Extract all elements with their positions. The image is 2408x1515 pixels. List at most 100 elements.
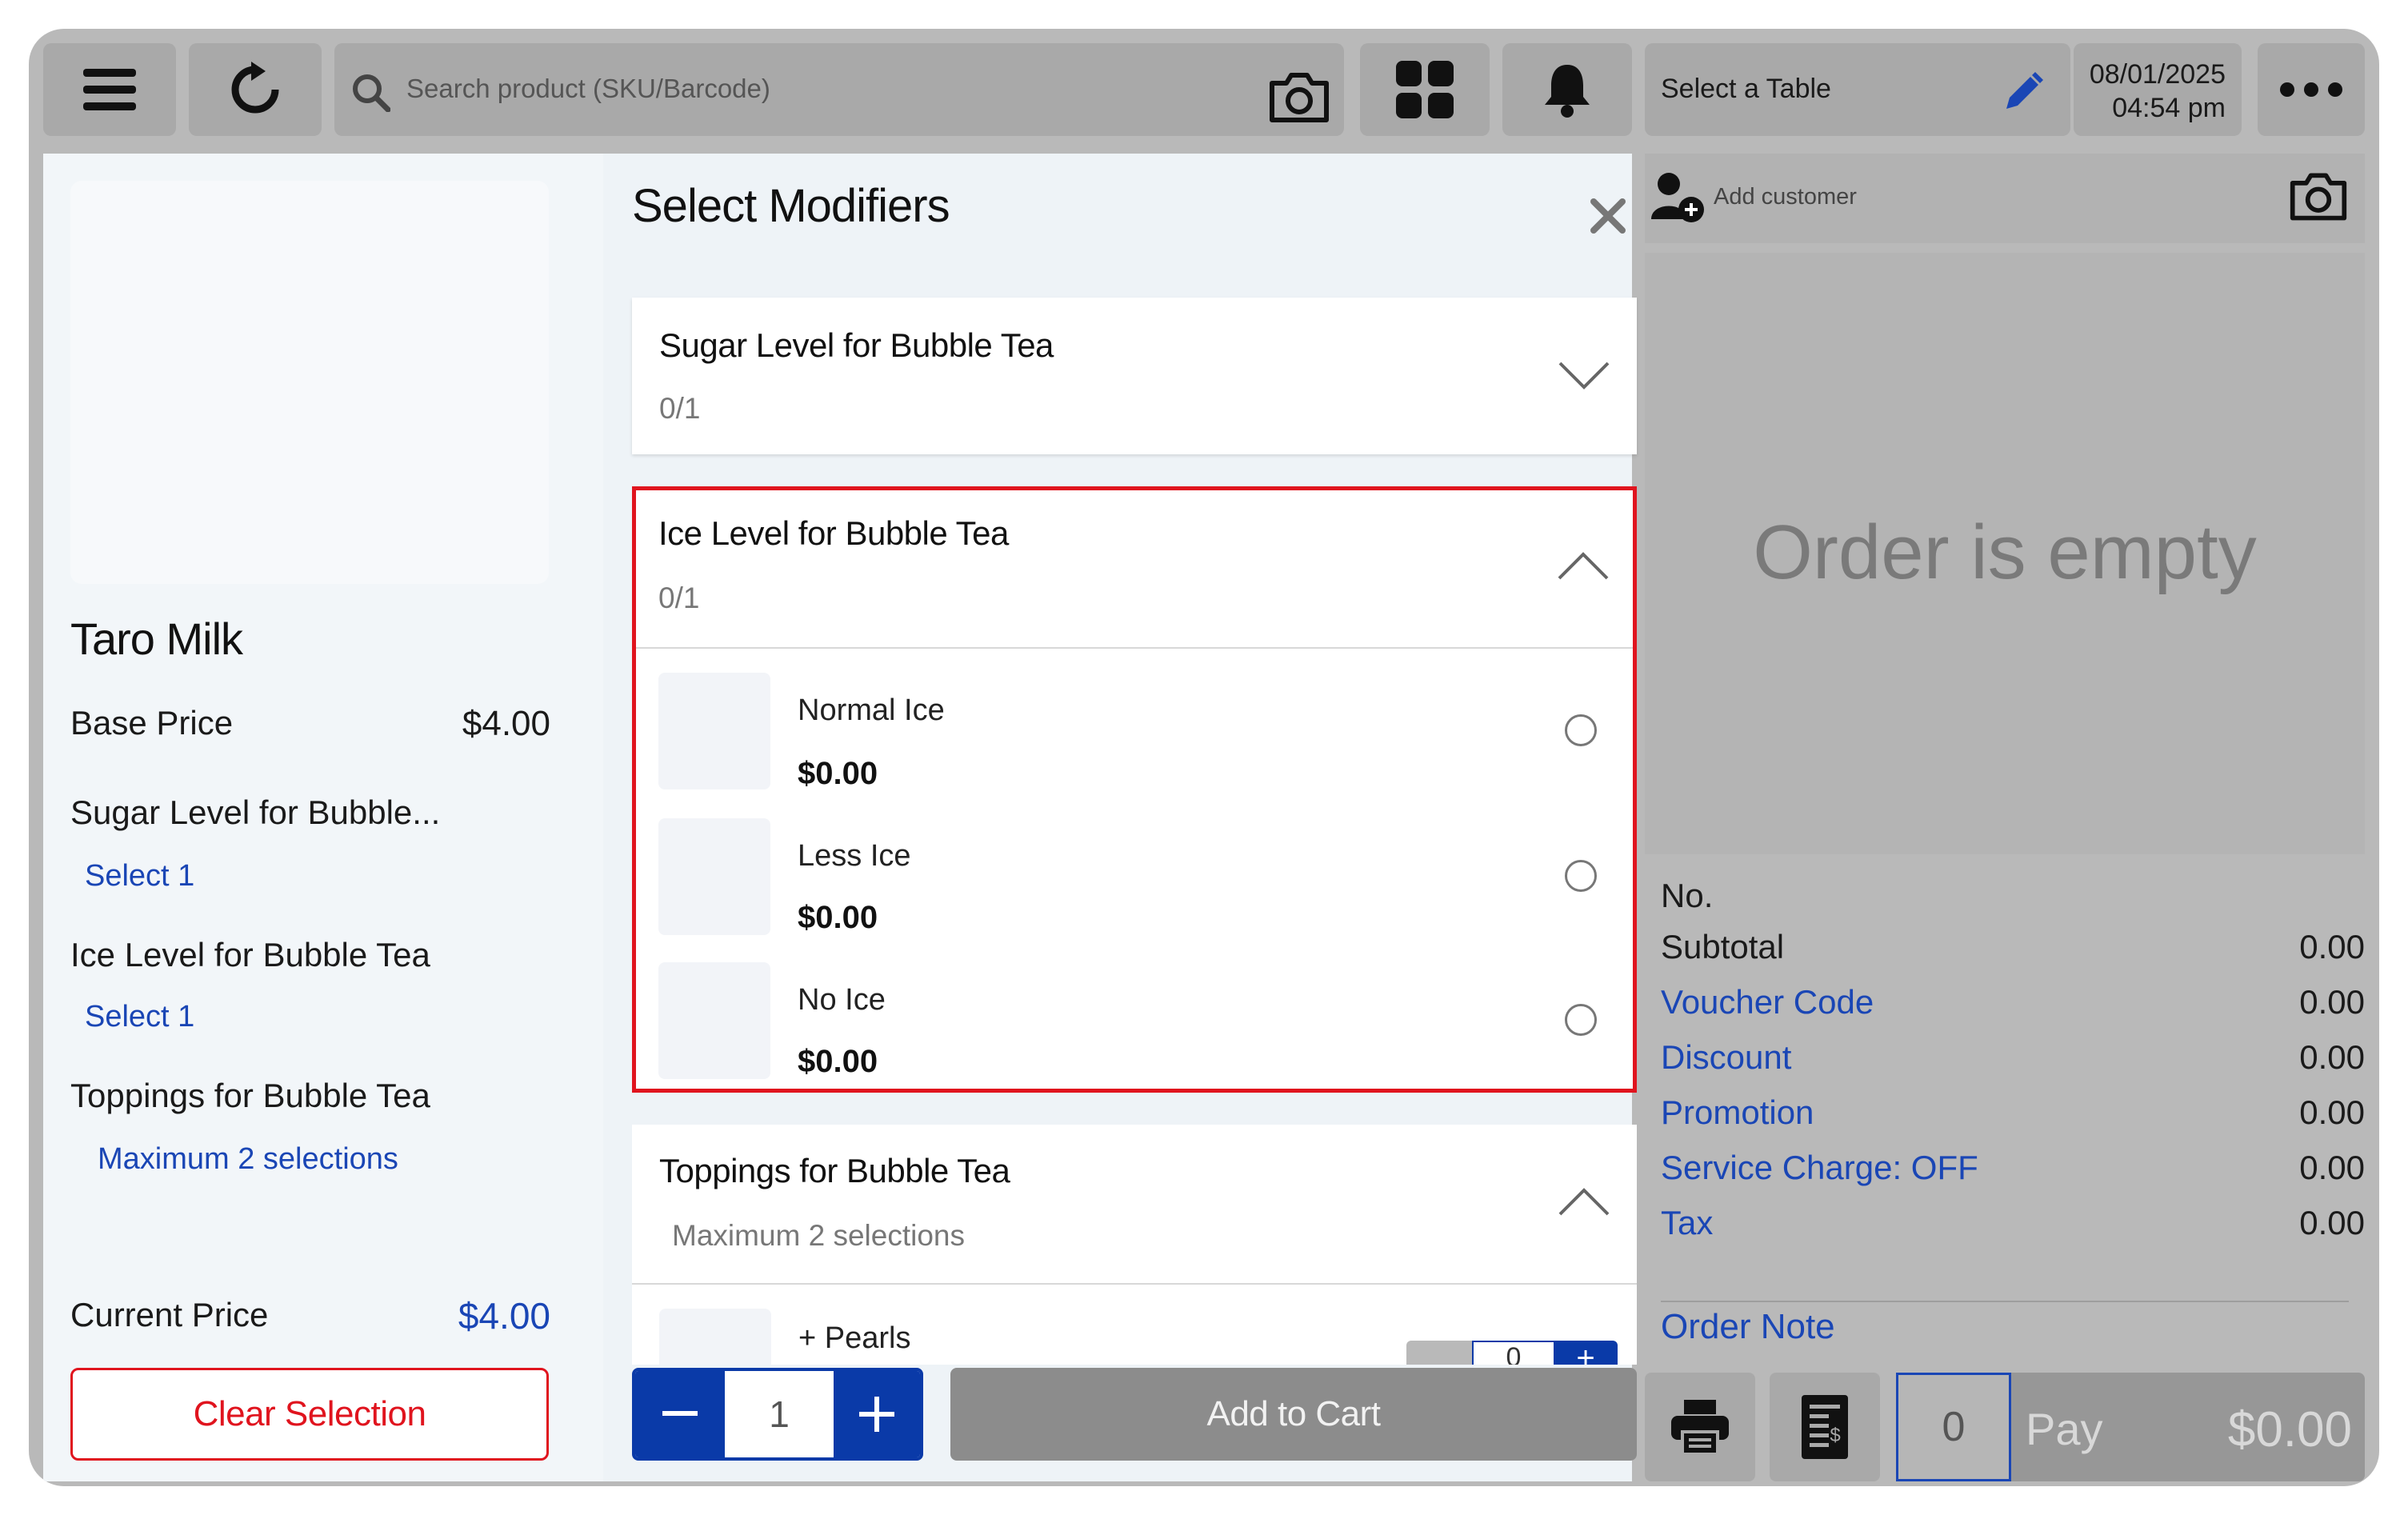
order-empty-text: Order is empty — [1753, 510, 2257, 595]
qty-stepper[interactable]: 0 + — [1406, 1341, 1618, 1365]
order-count-value: 0 — [1942, 1404, 1966, 1450]
group-count: 0/1 — [658, 582, 700, 614]
search-input[interactable]: Search product (SKU/Barcode) — [334, 43, 1344, 136]
order-summary-row[interactable]: Tax 0.00 — [1661, 1204, 2365, 1242]
order-note-link[interactable]: Order Note — [1661, 1307, 1835, 1347]
order-summary-row: Subtotal 0.00 — [1661, 928, 2365, 966]
order-panel: Add customer Order is empty $ 0 Pay $0.0… — [1645, 154, 2365, 1481]
group-title: Ice Level for Bubble Tea — [658, 514, 1009, 552]
pencil-icon[interactable] — [2000, 70, 2045, 115]
add-to-cart-button[interactable]: Add to Cart — [950, 1368, 1637, 1461]
totals-divider — [1661, 1301, 2349, 1302]
pay-amount: $0.00 — [2227, 1402, 2352, 1457]
clear-selection-button[interactable]: Clear Selection — [70, 1368, 549, 1461]
order-summary-label: Service Charge: OFF — [1661, 1149, 1978, 1186]
current-price-label: Current Price — [70, 1296, 269, 1333]
option-no-ice[interactable]: No Ice $0.00 — [636, 962, 1633, 1090]
close-icon[interactable] — [1590, 198, 1626, 234]
print-button[interactable] — [1645, 1373, 1755, 1481]
option-normal-ice[interactable]: Normal Ice $0.00 — [636, 673, 1633, 801]
summary-ice-hint[interactable]: Select 1 — [85, 1000, 194, 1034]
toppings-group-header[interactable]: Toppings for Bubble Tea Maximum 2 select… — [632, 1125, 1637, 1285]
option-name: + Pearls — [798, 1321, 911, 1355]
modifier-group-toppings: Toppings for Bubble Tea Maximum 2 select… — [632, 1125, 1637, 1365]
receipt-icon: $ — [1802, 1395, 1848, 1459]
order-no: No. — [1661, 877, 1714, 914]
receipt-button[interactable]: $ — [1770, 1373, 1880, 1481]
refresh-button[interactable] — [189, 43, 322, 136]
order-summary-row[interactable]: Voucher Code 0.00 — [1661, 983, 2365, 1021]
order-summary-value: 0.00 — [2299, 983, 2365, 1021]
option-price: $0.00 — [798, 756, 878, 791]
quantity-minus-button[interactable] — [635, 1371, 725, 1457]
grid-view-button[interactable] — [1360, 43, 1490, 136]
order-count[interactable]: 0 — [1896, 1373, 2011, 1481]
group-title: Sugar Level for Bubble Tea — [659, 326, 1054, 364]
minus-icon — [662, 1411, 698, 1416]
summary-ice-name: Ice Level for Bubble Tea — [70, 936, 430, 973]
option-radio[interactable] — [1565, 860, 1597, 892]
pay-button[interactable]: Pay $0.00 — [2011, 1373, 2365, 1481]
summary-toppings-hint[interactable]: Maximum 2 selections — [98, 1142, 398, 1177]
order-summary-value: 0.00 — [2299, 1093, 2365, 1131]
option-thumbnail — [658, 673, 770, 789]
option-thumbnail — [658, 962, 770, 1079]
order-items-area: Order is empty — [1645, 253, 2365, 854]
svg-text:$: $ — [1830, 1425, 1840, 1446]
order-summary-row[interactable]: Promotion 0.00 — [1661, 1093, 2365, 1132]
notifications-button[interactable] — [1502, 43, 1632, 136]
table-label: Select a Table — [1661, 74, 1831, 104]
order-summary-label: Subtotal — [1661, 928, 1785, 965]
option-thumbnail — [658, 818, 770, 935]
option-name: No Ice — [798, 983, 886, 1017]
option-radio[interactable] — [1565, 1004, 1597, 1036]
option-name: Less Ice — [798, 839, 911, 873]
option-thumbnail — [659, 1309, 771, 1365]
more-dots-icon — [2280, 82, 2342, 97]
toppings-clip: Toppings for Bubble Tea Maximum 2 select… — [632, 1125, 1637, 1365]
search-placeholder: Search product (SKU/Barcode) — [406, 74, 770, 103]
camera-icon[interactable] — [1267, 70, 1331, 123]
group-title: Toppings for Bubble Tea — [659, 1152, 1010, 1189]
option-name: Normal Ice — [798, 694, 945, 727]
modifier-modal: Taro Milk Base Price $4.00 Sugar Level f… — [43, 154, 1637, 1481]
order-summary-label: Promotion — [1661, 1093, 1814, 1131]
modifier-group-ice: Ice Level for Bubble Tea 0/1 Normal Ice … — [632, 486, 1637, 1093]
order-summary-label: Tax — [1661, 1204, 1714, 1241]
modal-title: Select Modifiers — [632, 180, 950, 232]
base-price-value: $4.00 — [462, 704, 550, 743]
camera-icon[interactable] — [2288, 170, 2349, 222]
modifier-group-sugar[interactable]: Sugar Level for Bubble Tea 0/1 — [632, 298, 1637, 454]
option-less-ice[interactable]: Less Ice $0.00 — [636, 818, 1633, 946]
ice-group-header[interactable]: Ice Level for Bubble Tea 0/1 — [636, 490, 1633, 649]
current-price-value: $4.00 — [458, 1295, 550, 1337]
order-summary-row[interactable]: Service Charge: OFF 0.00 — [1661, 1149, 2365, 1187]
option-pearls[interactable]: + Pearls 0 + — [632, 1309, 1637, 1365]
time-text: 04:54 pm — [2112, 93, 2226, 123]
menu-button[interactable] — [43, 43, 176, 136]
customer-bar[interactable]: Add customer — [1645, 154, 2365, 243]
stepper-value: 0 — [1472, 1341, 1555, 1365]
add-customer-icon — [1651, 173, 1704, 222]
clear-selection-label: Clear Selection — [193, 1394, 426, 1433]
order-summary-value: 0.00 — [2299, 1038, 2365, 1076]
stepper-plus[interactable]: + — [1554, 1341, 1618, 1365]
table-selector[interactable]: Select a Table — [1645, 43, 2070, 136]
quantity-plus-button[interactable] — [834, 1371, 920, 1457]
group-count: 0/1 — [659, 392, 701, 425]
stepper-minus[interactable] — [1406, 1341, 1472, 1365]
refresh-icon — [231, 62, 279, 114]
summary-sugar-hint[interactable]: Select 1 — [85, 859, 194, 893]
plus-icon — [859, 1397, 894, 1432]
more-button[interactable] — [2258, 43, 2365, 136]
order-summary-value: 0.00 — [2299, 1204, 2365, 1241]
option-radio[interactable] — [1565, 714, 1597, 746]
date-text: 08/01/2025 — [2089, 59, 2226, 90]
chevron-up-icon — [1558, 1188, 1610, 1216]
product-panel: Taro Milk Base Price $4.00 Sugar Level f… — [43, 154, 603, 1481]
option-price: $0.00 — [798, 900, 878, 935]
app-window: Search product (SKU/Barcode) Select a Ta… — [29, 29, 2379, 1486]
order-summary-row[interactable]: Discount 0.00 — [1661, 1038, 2365, 1077]
quantity-stepper[interactable]: 1 — [632, 1368, 923, 1461]
product-image — [70, 181, 549, 584]
